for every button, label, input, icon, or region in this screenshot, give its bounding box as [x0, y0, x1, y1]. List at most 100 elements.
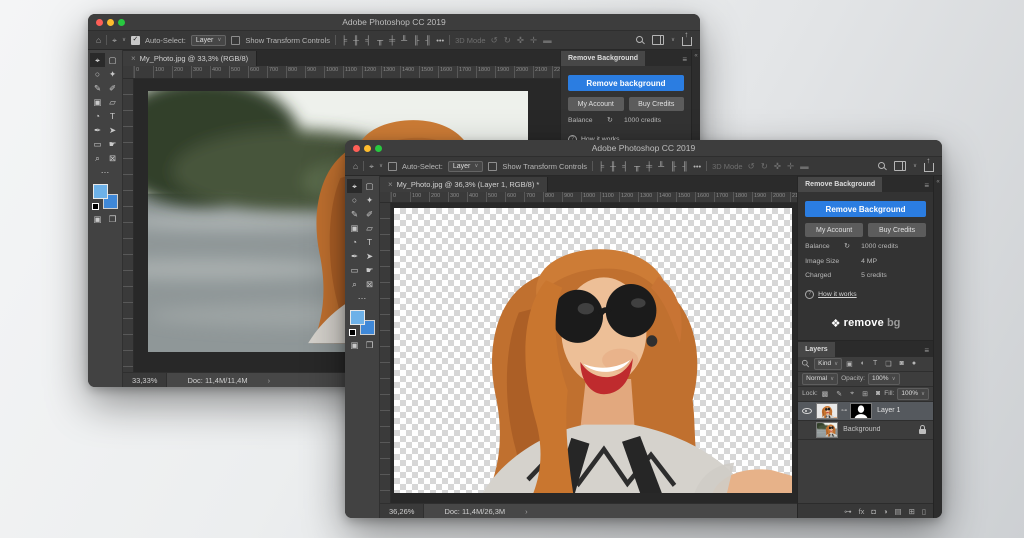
default-colors-icon[interactable]: [349, 329, 356, 336]
layer-thumbnail[interactable]: [816, 422, 838, 438]
search-icon[interactable]: [878, 162, 887, 171]
drag-3d-icon[interactable]: ✜: [774, 162, 781, 171]
drag-3d-icon[interactable]: ✜: [517, 36, 524, 45]
panel-menu-icon[interactable]: ≡: [924, 181, 929, 190]
distribute-horizontal-icon[interactable]: ╟: [670, 162, 676, 171]
align-vertical-centers-icon[interactable]: ╪: [389, 36, 395, 45]
eraser-tool[interactable]: ▱: [105, 95, 120, 109]
clone-stamp-tool[interactable]: ▣: [90, 95, 105, 109]
lock-position-icon[interactable]: ⌖: [850, 390, 854, 398]
remove-background-panel-tab[interactable]: Remove Background: [561, 51, 645, 66]
align-left-edges-icon[interactable]: ╞: [341, 36, 347, 45]
foreground-color-swatch[interactable]: [350, 310, 365, 325]
rotate-3d-icon[interactable]: ↺: [491, 36, 498, 45]
layer-style-icon[interactable]: fx: [859, 507, 865, 516]
path-selection-tool[interactable]: ➤: [105, 123, 120, 137]
show-transform-checkbox[interactable]: [231, 36, 240, 45]
distribute-vertical-icon[interactable]: ╢: [425, 36, 431, 45]
hand-tool[interactable]: ☛: [105, 137, 120, 151]
move-tool[interactable]: ⌖: [90, 53, 105, 67]
opacity-dropdown[interactable]: 100% ∨: [868, 373, 900, 385]
align-left-edges-icon[interactable]: ╞: [598, 162, 604, 171]
more-options-icon[interactable]: •••: [693, 162, 701, 171]
filter-pixel-layers-icon[interactable]: ▣: [846, 360, 853, 368]
align-bottom-edges-icon[interactable]: ╨: [401, 36, 407, 45]
type-tool[interactable]: T: [362, 235, 377, 249]
more-options-icon[interactable]: •••: [436, 36, 444, 45]
type-tool[interactable]: T: [105, 109, 120, 123]
color-swatches[interactable]: [92, 184, 119, 210]
status-menu-icon[interactable]: ›: [525, 507, 528, 516]
screen-mode-icon[interactable]: ❐: [105, 212, 120, 226]
zoom-tool[interactable]: ⌕: [347, 277, 362, 291]
document-tab[interactable]: × My_Photo.jpg @ 36,3% (Layer 1, RGB/8) …: [380, 177, 548, 192]
maximize-window-button[interactable]: [375, 145, 382, 152]
layers-panel-tab[interactable]: Layers: [798, 342, 835, 357]
close-tab-icon[interactable]: ×: [388, 180, 393, 189]
remove-background-button[interactable]: Remove background: [568, 75, 684, 91]
close-window-button[interactable]: [96, 19, 103, 26]
roll-3d-icon[interactable]: ↻: [761, 162, 768, 171]
align-horizontal-centers-icon[interactable]: ╫: [610, 162, 616, 171]
collapse-panels-icon[interactable]: «: [694, 53, 697, 59]
slide-3d-icon[interactable]: ✛: [787, 162, 794, 171]
slide-3d-icon[interactable]: ✛: [530, 36, 537, 45]
move-tool[interactable]: ⌖: [347, 179, 362, 193]
more-tools-icon[interactable]: ⋯: [355, 291, 370, 305]
artboard-tool[interactable]: ⊠: [362, 277, 377, 291]
layer-row-layer1[interactable]: ⊶ Layer 1: [798, 402, 933, 421]
more-tools-icon[interactable]: ⋯: [98, 165, 113, 179]
rectangle-tool[interactable]: ▭: [347, 263, 362, 277]
quick-selection-tool[interactable]: ✎: [90, 81, 105, 95]
home-icon[interactable]: ⌂: [353, 162, 358, 171]
remove-background-button[interactable]: Remove Background: [805, 201, 926, 217]
screen-mode-icon[interactable]: ❐: [362, 338, 377, 352]
filter-adjustment-layers-icon[interactable]: ◐: [861, 360, 865, 367]
pasteboard[interactable]: [391, 203, 797, 503]
share-icon[interactable]: [924, 163, 934, 172]
brush-tool[interactable]: ✐: [362, 207, 377, 221]
color-swatches[interactable]: [349, 310, 376, 336]
layer-thumbnail[interactable]: [816, 403, 838, 419]
magic-wand-tool[interactable]: ✦: [362, 193, 377, 207]
quick-selection-tool[interactable]: ✎: [347, 207, 362, 221]
distribute-vertical-icon[interactable]: ╢: [682, 162, 688, 171]
panel-menu-icon[interactable]: ≡: [682, 55, 687, 64]
delete-layer-icon[interactable]: ▯: [922, 507, 926, 516]
align-top-edges-icon[interactable]: ╥: [634, 162, 640, 171]
layer-visibility-icon[interactable]: [802, 406, 812, 415]
minimize-window-button[interactable]: [364, 145, 371, 152]
rotate-3d-icon[interactable]: ↺: [748, 162, 755, 171]
default-colors-icon[interactable]: [92, 203, 99, 210]
clone-stamp-tool[interactable]: ▣: [347, 221, 362, 235]
align-horizontal-centers-icon[interactable]: ╫: [353, 36, 359, 45]
scale-3d-icon[interactable]: ▬: [543, 36, 552, 45]
layer-row-background[interactable]: Background: [798, 421, 933, 440]
add-layer-mask-icon[interactable]: ◘: [871, 507, 876, 516]
maximize-window-button[interactable]: [118, 19, 125, 26]
my-account-button[interactable]: My Account: [805, 223, 863, 237]
workspace-icon[interactable]: [894, 161, 906, 171]
buy-credits-button[interactable]: Buy Credits: [629, 97, 685, 111]
hand-tool[interactable]: ☛: [362, 263, 377, 277]
my-account-button[interactable]: My Account: [568, 97, 624, 111]
lock-transparency-icon[interactable]: ▩: [822, 390, 829, 398]
close-tab-icon[interactable]: ×: [131, 54, 136, 63]
layer-group-icon[interactable]: ▤: [894, 507, 901, 516]
filter-toggle-icon[interactable]: ●: [912, 360, 916, 367]
brush-tool[interactable]: ✐: [105, 81, 120, 95]
artboard-tool[interactable]: ⊠: [105, 151, 120, 165]
buy-credits-button[interactable]: Buy Credits: [868, 223, 926, 237]
quick-mask-icon[interactable]: ▣: [90, 212, 105, 226]
pen-tool[interactable]: ✒: [90, 123, 105, 137]
layer-name[interactable]: Layer 1: [877, 407, 900, 414]
collapse-panels-icon[interactable]: «: [936, 179, 939, 185]
chevron-down-icon[interactable]: ∨: [913, 163, 917, 169]
home-icon[interactable]: ⌂: [96, 36, 101, 45]
align-right-edges-icon[interactable]: ╡: [365, 36, 371, 45]
close-window-button[interactable]: [353, 145, 360, 152]
workspace-icon[interactable]: [652, 35, 664, 45]
rectangle-tool[interactable]: ▭: [90, 137, 105, 151]
auto-select-scope-dropdown[interactable]: Layer ∨: [191, 35, 227, 46]
path-selection-tool[interactable]: ➤: [362, 249, 377, 263]
